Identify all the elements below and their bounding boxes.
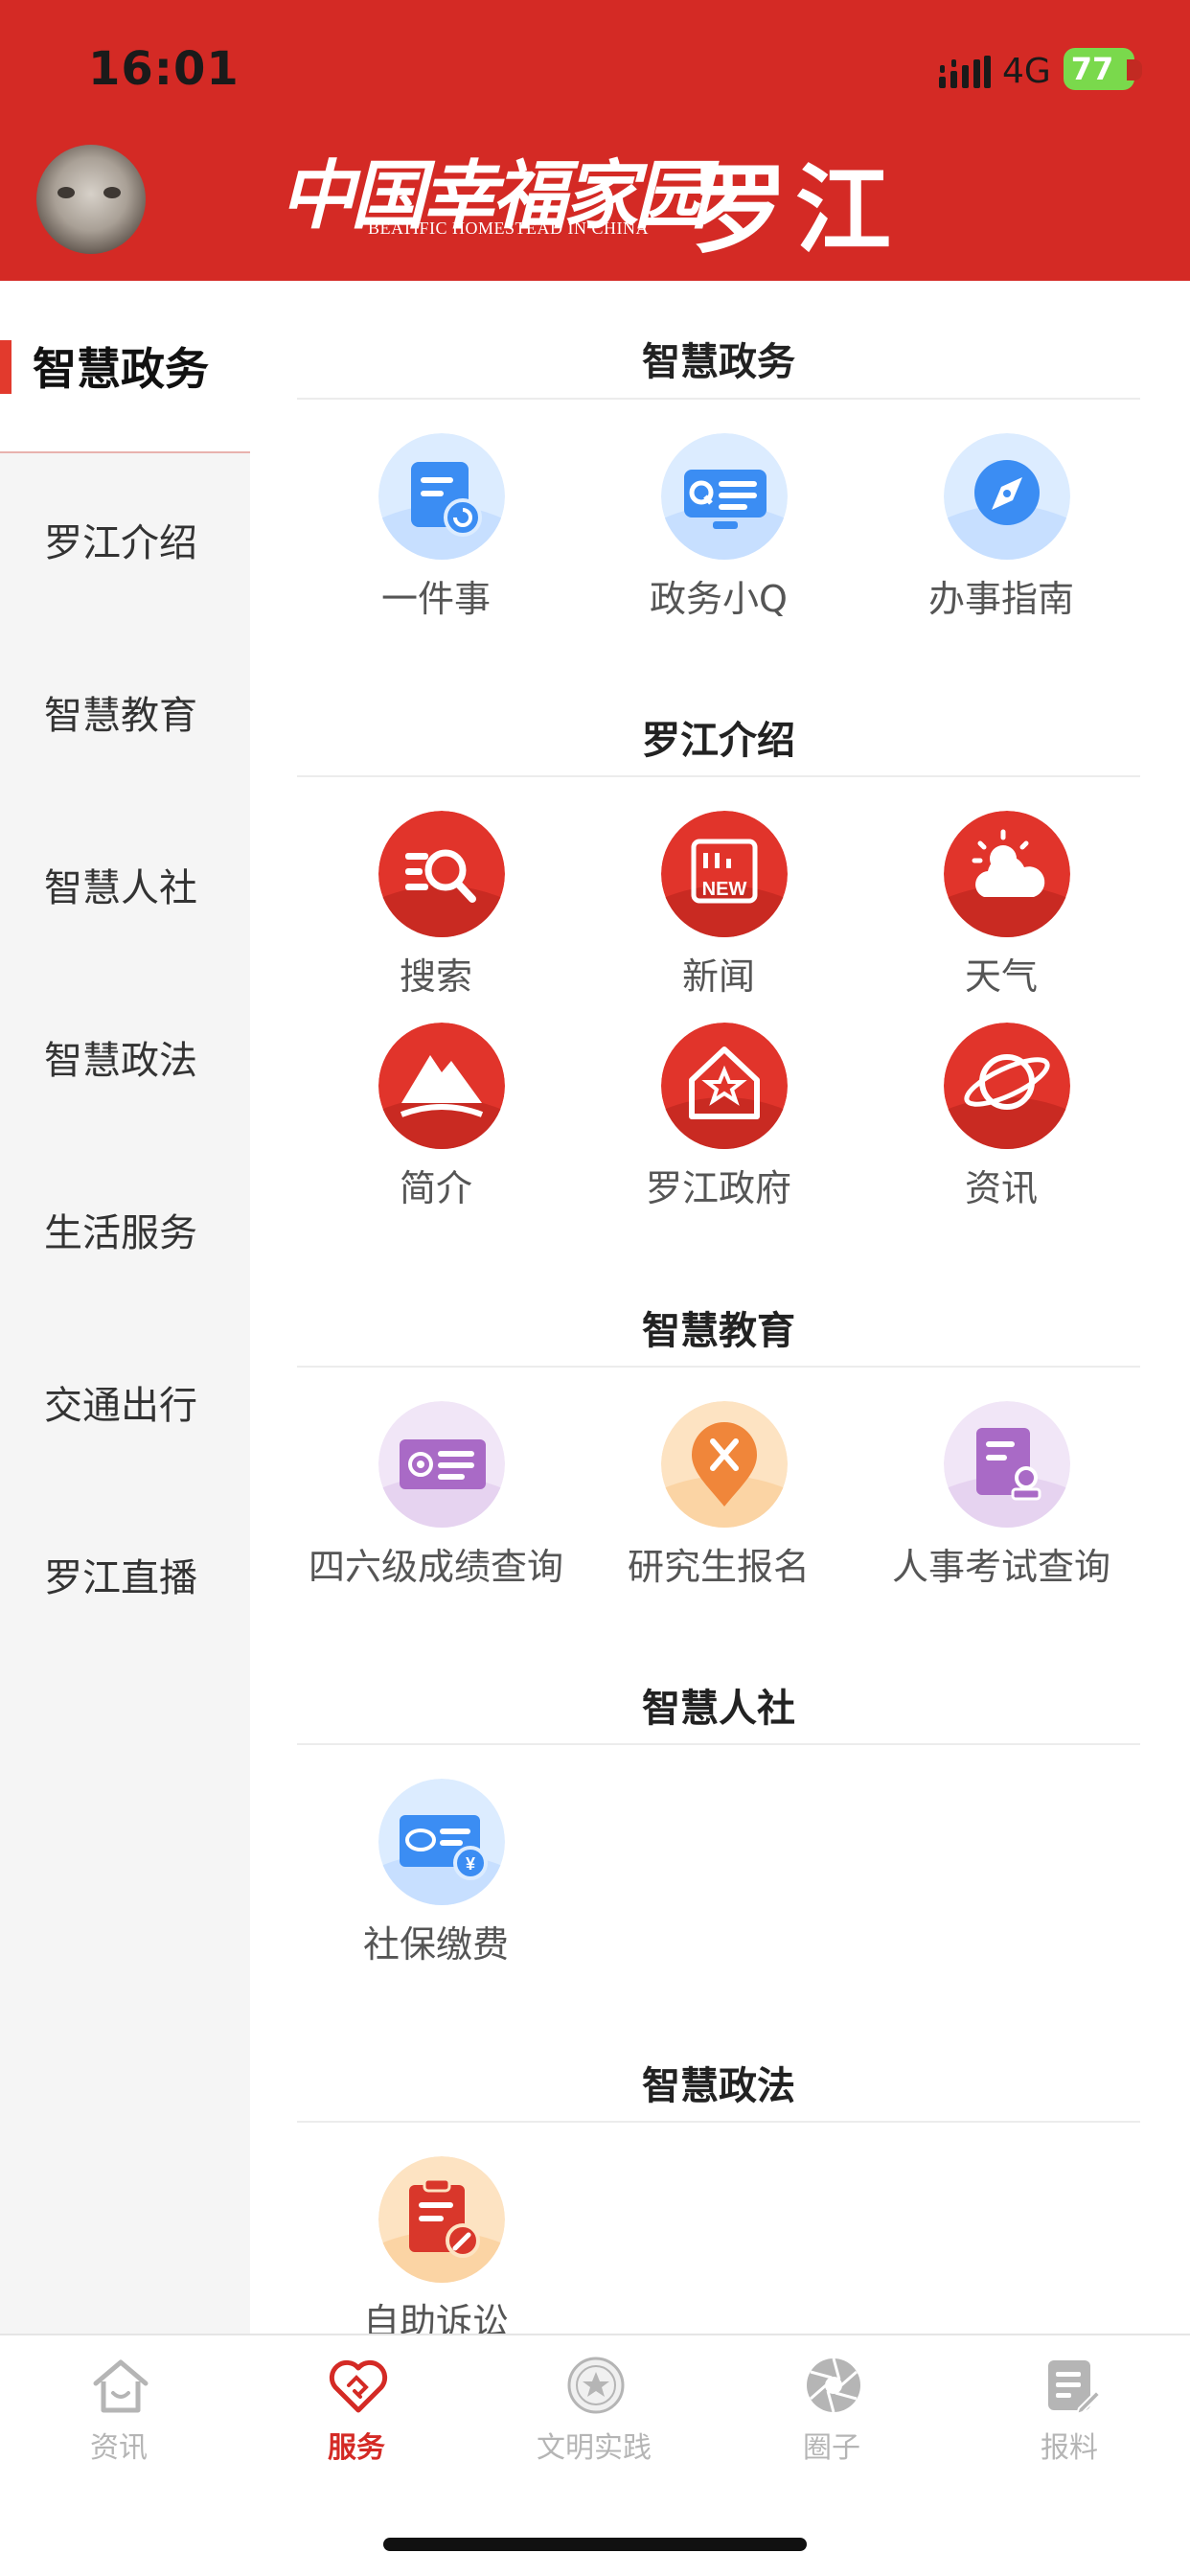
section-divider — [297, 775, 1140, 777]
section-title: 智慧政务 — [642, 340, 795, 384]
sidebar-item-transport[interactable]: 交通出行 — [0, 1316, 250, 1488]
service-label: 天气 — [964, 955, 1038, 998]
sidebar: 智慧政务 罗江介绍 智慧教育 智慧人社 智慧政法 生活服务 交通出行 罗江直播 — [0, 281, 250, 2334]
battery-icon: 77 — [1064, 48, 1134, 90]
sidebar-item-label: 交通出行 — [44, 1384, 197, 1428]
service-label: 罗江政府 — [645, 1167, 791, 1209]
service-label: 新闻 — [681, 955, 755, 998]
news-icon: NEW — [661, 811, 788, 937]
avatar[interactable] — [36, 145, 146, 254]
service-item[interactable]: 罗江政府 — [577, 1023, 860, 1214]
svg-text:NEW: NEW — [702, 879, 747, 900]
sidebar-item-label: 罗江直播 — [44, 1556, 197, 1600]
service-item[interactable]: 搜索 — [294, 811, 578, 1002]
tab-service[interactable]: 服务 — [238, 2355, 475, 2489]
service-label: 四六级成绩查询 — [308, 1546, 563, 1588]
service-item[interactable]: 办事指南 — [859, 433, 1143, 625]
location-pin-icon — [661, 1401, 788, 1528]
tab-label: 资讯 — [90, 2431, 148, 2465]
home-indicator[interactable] — [383, 2538, 807, 2551]
battery-tip — [1127, 59, 1142, 80]
section-title: 罗江介绍 — [642, 719, 795, 763]
sidebar-item-life-service[interactable]: 生活服务 — [0, 1143, 250, 1316]
q-chat-icon — [661, 433, 788, 560]
app-logo: 中国幸福家园 BEATIFIC HOMESTEAD IN CHINA 罗江 — [280, 136, 903, 266]
sidebar-item-smart-law[interactable]: 智慧政法 — [0, 971, 250, 1143]
service-label: 资讯 — [964, 1167, 1038, 1209]
service-label: 办事指南 — [927, 578, 1074, 620]
sidebar-item-label: 生活服务 — [44, 1211, 197, 1255]
service-item[interactable]: 一件事 — [294, 433, 578, 625]
score-card-icon — [378, 1401, 505, 1528]
battery-level: 77 — [1070, 51, 1114, 87]
service-label: 政务小Q — [650, 578, 788, 620]
document-refresh-icon — [378, 433, 505, 560]
network-label: 4G — [1002, 52, 1051, 91]
handshake-heart-icon — [328, 2355, 389, 2416]
sidebar-item-smart-gov[interactable]: 智慧政务 — [0, 281, 250, 453]
header: 16:01 4G 77 中国幸福家园 BEATIFIC HOMESTEAD IN… — [0, 0, 1190, 281]
service-item[interactable]: 简介 — [294, 1023, 578, 1214]
aperture-icon — [803, 2355, 864, 2416]
mountain-icon — [378, 1023, 505, 1149]
svg-text:¥: ¥ — [466, 1854, 475, 1874]
section-title: 智慧人社 — [642, 1687, 795, 1731]
sidebar-item-label: 智慧政务 — [33, 343, 209, 395]
tab-news[interactable]: 资讯 — [0, 2355, 238, 2489]
service-label: 社保缴费 — [362, 1923, 509, 1966]
tab-civilization[interactable]: 文明实践 — [475, 2355, 713, 2489]
sidebar-item-label: 智慧人社 — [44, 866, 197, 910]
weather-icon — [944, 811, 1070, 937]
logo-subtitle: BEATIFIC HOMESTEAD IN CHINA — [368, 218, 649, 238]
tab-report[interactable]: 报料 — [950, 2355, 1188, 2489]
service-item[interactable]: ¥ 社保缴费 — [294, 1779, 578, 1970]
search-icon — [378, 811, 505, 937]
compass-icon — [944, 433, 1070, 560]
sidebar-item-smart-social[interactable]: 智慧人社 — [0, 798, 250, 971]
service-label: 一件事 — [380, 578, 491, 620]
sidebar-item-label: 罗江介绍 — [44, 521, 197, 565]
sidebar-item-live[interactable]: 罗江直播 — [0, 1488, 250, 1661]
emblem-icon — [565, 2355, 627, 2416]
service-label: 搜索 — [399, 955, 472, 998]
section-divider — [297, 2121, 1140, 2123]
service-item[interactable]: 政务小Q — [577, 433, 860, 625]
section-divider — [297, 1366, 1140, 1368]
service-label: 简介 — [399, 1167, 472, 1209]
tab-label: 文明实践 — [537, 2431, 652, 2465]
service-item[interactable]: 研究生报名 — [577, 1401, 860, 1593]
report-edit-icon — [1041, 2355, 1102, 2416]
tab-label: 服务 — [328, 2431, 385, 2465]
sidebar-item-luojiang-intro[interactable]: 罗江介绍 — [0, 453, 250, 626]
signal-icon — [939, 56, 991, 88]
planet-icon — [944, 1023, 1070, 1149]
service-label: 人事考试查询 — [891, 1546, 1110, 1588]
sidebar-item-label: 智慧政法 — [44, 1039, 197, 1083]
exam-document-icon — [944, 1401, 1070, 1528]
section-title: 智慧教育 — [642, 1309, 795, 1353]
logo-city: 罗江 — [692, 153, 899, 266]
service-item[interactable]: 天气 — [859, 811, 1143, 1002]
service-item[interactable]: 人事考试查询 — [859, 1401, 1143, 1593]
section-divider — [297, 1743, 1140, 1745]
sidebar-item-smart-education[interactable]: 智慧教育 — [0, 626, 250, 798]
service-item[interactable]: NEW 新闻 — [577, 811, 860, 1002]
government-icon — [661, 1023, 788, 1149]
tab-label: 报料 — [1041, 2431, 1098, 2465]
service-item[interactable]: 资讯 — [859, 1023, 1143, 1214]
section-title: 智慧政法 — [642, 2064, 795, 2108]
service-item[interactable]: 自助诉讼 — [294, 2156, 578, 2348]
service-label: 研究生报名 — [627, 1546, 810, 1588]
section-divider — [297, 398, 1140, 400]
service-item[interactable]: 四六级成绩查询 — [294, 1401, 578, 1593]
active-indicator — [0, 340, 11, 394]
sidebar-item-label: 智慧教育 — [44, 694, 197, 738]
social-security-card-icon: ¥ — [378, 1779, 505, 1905]
tab-label: 圈子 — [803, 2431, 860, 2465]
home-icon — [90, 2355, 151, 2416]
gavel-clipboard-icon — [378, 2156, 505, 2283]
tab-circle[interactable]: 圈子 — [713, 2355, 950, 2489]
status-time: 16:01 — [88, 42, 240, 96]
app-root: 16:01 4G 77 中国幸福家园 BEATIFIC HOMESTEAD IN… — [0, 0, 1190, 2576]
